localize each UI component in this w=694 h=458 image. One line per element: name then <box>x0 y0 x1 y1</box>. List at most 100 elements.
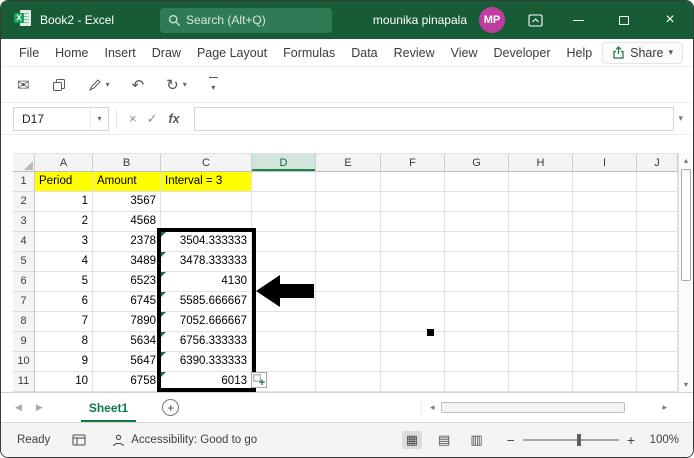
cell-I4[interactable] <box>573 232 637 252</box>
row-header-1[interactable]: 1 <box>13 172 35 192</box>
row-header-11[interactable]: 11 <box>13 372 35 392</box>
row-header-2[interactable]: 2 <box>13 192 35 212</box>
cell-A3[interactable]: 2 <box>35 212 93 232</box>
cell-I7[interactable] <box>573 292 637 312</box>
copy-button[interactable] <box>52 78 66 92</box>
tab-data[interactable]: Data <box>343 46 385 60</box>
cell-E7[interactable] <box>316 292 381 312</box>
zoom-slider[interactable] <box>522 434 619 446</box>
cell-J5[interactable] <box>637 252 678 272</box>
cell-E5[interactable] <box>316 252 381 272</box>
cell-F3[interactable] <box>381 212 445 232</box>
tab-page-layout[interactable]: Page Layout <box>189 46 275 60</box>
column-header-D[interactable]: D <box>252 153 316 172</box>
cell-H1[interactable] <box>509 172 573 192</box>
column-header-F[interactable]: F <box>381 153 445 172</box>
cell-H2[interactable] <box>509 192 573 212</box>
formula-input[interactable] <box>193 106 675 131</box>
cell-H8[interactable] <box>509 312 573 332</box>
cell-C11[interactable]: 6013 <box>161 372 252 392</box>
cell-B9[interactable]: 5634 <box>93 332 161 352</box>
tab-insert[interactable]: Insert <box>97 46 144 60</box>
view-page-layout-button[interactable]: ▤ <box>434 431 454 449</box>
cell-G1[interactable] <box>445 172 509 192</box>
scroll-left-button[interactable]: ◂ <box>426 402 439 413</box>
view-page-break-button[interactable]: ▥ <box>466 431 486 449</box>
cell-D1[interactable] <box>252 172 316 192</box>
cell-G8[interactable] <box>445 312 509 332</box>
cell-H7[interactable] <box>509 292 573 312</box>
cell-G6[interactable] <box>445 272 509 292</box>
zoom-level[interactable]: 100% <box>645 434 679 446</box>
cell-D2[interactable] <box>252 192 316 212</box>
cell-G10[interactable] <box>445 352 509 372</box>
column-header-C[interactable]: C <box>161 153 252 172</box>
cell-A7[interactable]: 6 <box>35 292 93 312</box>
cell-I1[interactable] <box>573 172 637 192</box>
cell-J3[interactable] <box>637 212 678 232</box>
horizontal-scrollbar[interactable]: ◂ ▸ <box>421 401 671 414</box>
cell-I2[interactable] <box>573 192 637 212</box>
cell-F7[interactable] <box>381 292 445 312</box>
cell-E4[interactable] <box>316 232 381 252</box>
row-header-6[interactable]: 6 <box>13 272 35 292</box>
cell-G3[interactable] <box>445 212 509 232</box>
cell-H6[interactable] <box>509 272 573 292</box>
scroll-up-button[interactable]: ▴ <box>679 153 693 168</box>
cell-F5[interactable] <box>381 252 445 272</box>
cell-E3[interactable] <box>316 212 381 232</box>
tab-review[interactable]: Review <box>386 46 443 60</box>
cell-A5[interactable]: 4 <box>35 252 93 272</box>
cell-D10[interactable] <box>252 352 316 372</box>
cell-J9[interactable] <box>637 332 678 352</box>
cell-F8[interactable] <box>381 312 445 332</box>
cell-D4[interactable] <box>252 232 316 252</box>
cell-H11[interactable] <box>509 372 573 392</box>
column-header-A[interactable]: A <box>35 153 93 172</box>
cell-B4[interactable]: 2378 <box>93 232 161 252</box>
column-header-J[interactable]: J <box>637 153 678 172</box>
tab-view[interactable]: View <box>443 46 486 60</box>
name-box[interactable]: D17 ▾ <box>13 106 109 131</box>
cell-I8[interactable] <box>573 312 637 332</box>
email-button[interactable]: ✉ <box>17 76 30 94</box>
row-header-5[interactable]: 5 <box>13 252 35 272</box>
cell-E8[interactable] <box>316 312 381 332</box>
accessibility-status-button[interactable]: Accessibility: Good to go <box>112 434 257 447</box>
view-normal-button[interactable]: ▦ <box>401 431 423 449</box>
tab-formulas[interactable]: Formulas <box>275 46 343 60</box>
cell-J7[interactable] <box>637 292 678 312</box>
cell-B8[interactable]: 7890 <box>93 312 161 332</box>
cell-E2[interactable] <box>316 192 381 212</box>
add-sheet-button[interactable]: + <box>162 399 180 416</box>
tab-help[interactable]: Help <box>559 46 601 60</box>
cell-C5[interactable]: 3478.333333 <box>161 252 252 272</box>
cell-B11[interactable]: 6758 <box>93 372 161 392</box>
cell-B10[interactable]: 5647 <box>93 352 161 372</box>
scroll-right-button[interactable]: ▸ <box>658 402 671 413</box>
column-header-B[interactable]: B <box>93 153 161 172</box>
cell-B5[interactable]: 3489 <box>93 252 161 272</box>
cell-J8[interactable] <box>637 312 678 332</box>
cell-F1[interactable] <box>381 172 445 192</box>
cell-A6[interactable]: 5 <box>35 272 93 292</box>
zoom-out-button[interactable]: − <box>507 432 515 448</box>
cell-J1[interactable] <box>637 172 678 192</box>
row-header-10[interactable]: 10 <box>13 352 35 372</box>
cell-D5[interactable] <box>252 252 316 272</box>
sheet-nav-left-button[interactable]: ◀ <box>15 402 22 413</box>
tab-file[interactable]: File <box>11 46 47 60</box>
cell-I10[interactable] <box>573 352 637 372</box>
undo-button[interactable]: ↶ <box>132 76 145 94</box>
cell-E1[interactable] <box>316 172 381 192</box>
cell-D9[interactable] <box>252 332 316 352</box>
cell-F2[interactable] <box>381 192 445 212</box>
cell-F11[interactable] <box>381 372 445 392</box>
row-header-7[interactable]: 7 <box>13 292 35 312</box>
insert-function-button[interactable]: fx <box>163 112 186 126</box>
cell-D7[interactable] <box>252 292 316 312</box>
cell-F9[interactable] <box>381 332 445 352</box>
cell-J2[interactable] <box>637 192 678 212</box>
column-header-G[interactable]: G <box>445 153 509 172</box>
cell-I9[interactable] <box>573 332 637 352</box>
